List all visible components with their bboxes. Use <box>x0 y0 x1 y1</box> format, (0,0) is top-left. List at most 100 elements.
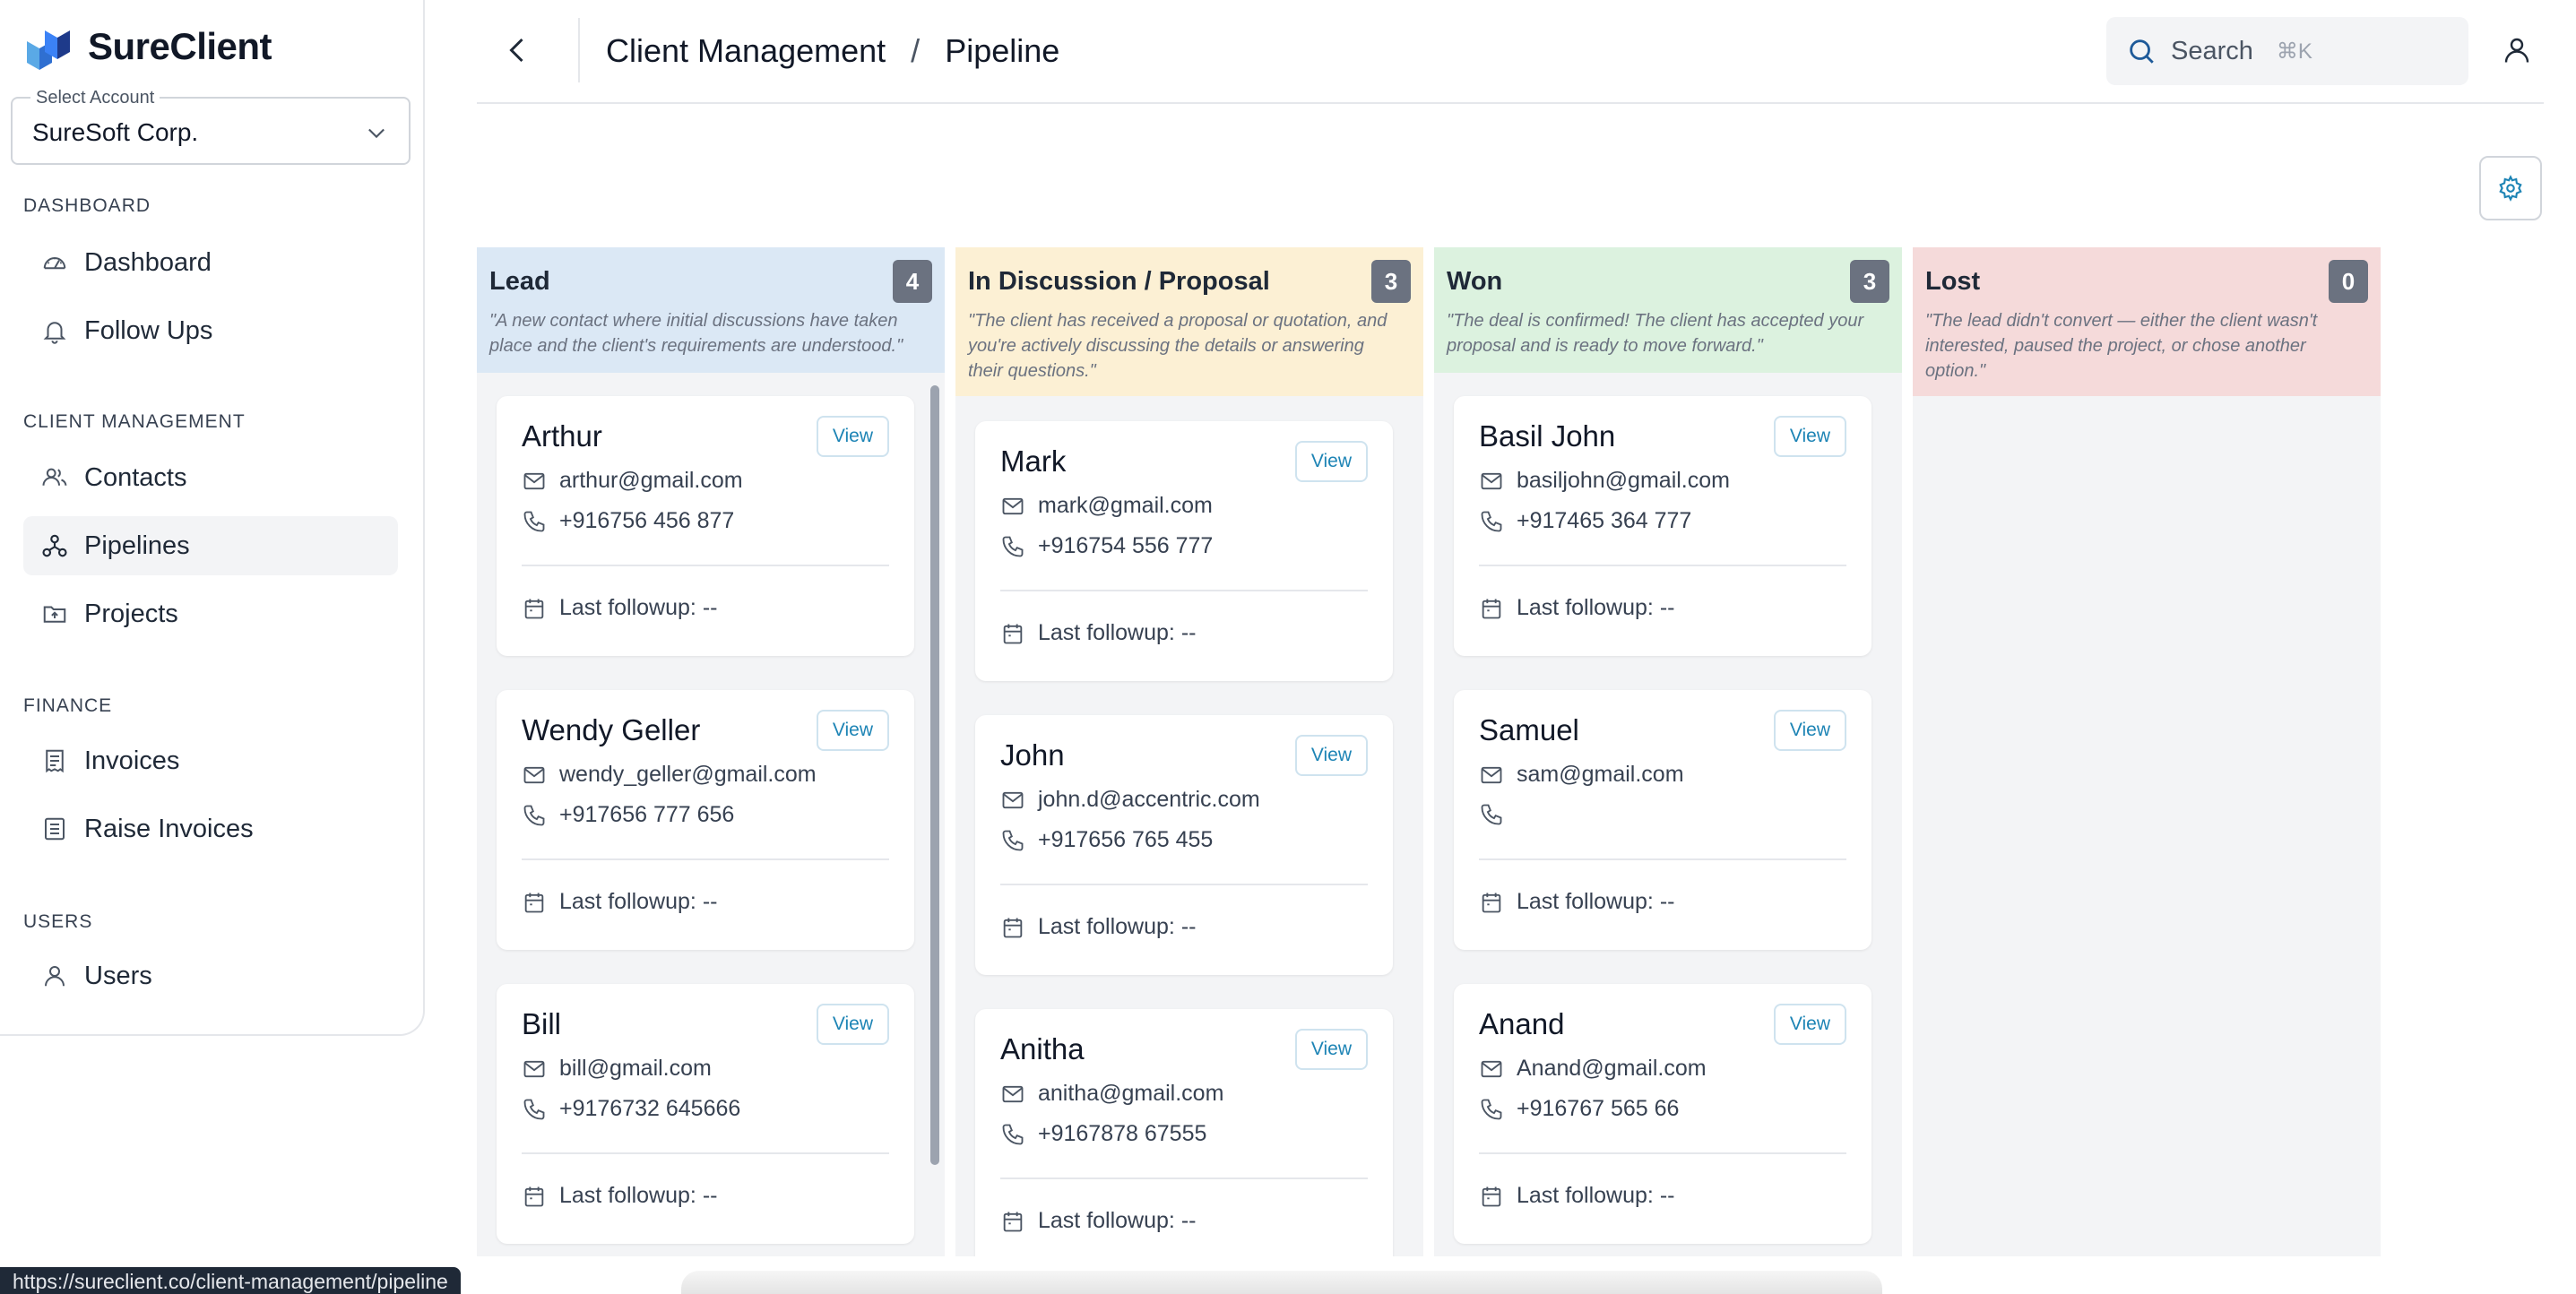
contact-email-row: john.d@accentric.com <box>1000 787 1260 813</box>
calendar-icon <box>524 1186 544 1206</box>
account-select-value: SureSoft Corp. <box>32 118 199 146</box>
contact-email-row: bill@gmail.com <box>522 1056 712 1082</box>
mail-icon <box>523 766 545 783</box>
last-followup-row: Last followup: -- <box>1479 889 1674 915</box>
contact-card[interactable]: Samuel View sam@gmail.com Last followup:… <box>1454 690 1871 950</box>
contact-card[interactable]: Arthur View arthur@gmail.com +916756 456… <box>497 396 914 656</box>
last-followup-row: Last followup: -- <box>522 595 717 621</box>
calendar-icon <box>1003 918 1023 937</box>
column-count-badge: 4 <box>893 260 932 303</box>
last-followup: Last followup: -- <box>1517 1183 1675 1208</box>
column-description: "The deal is confirmed! The client has a… <box>1447 311 1864 356</box>
sidebar-item-pipelines[interactable]: Pipelines <box>23 516 398 575</box>
nav-section-finance: FINANCE <box>23 695 113 716</box>
column-scrollbar[interactable] <box>930 385 939 1165</box>
last-followup: Last followup: -- <box>1517 889 1675 914</box>
card-divider <box>1479 1152 1846 1154</box>
sidebar-item-label: Dashboard <box>84 247 212 277</box>
last-followup: Last followup: -- <box>1038 914 1197 939</box>
contact-name: John <box>1000 738 1065 772</box>
contact-email: bill@gmail.com <box>559 1056 712 1081</box>
sidebar-item-label: Users <box>84 961 152 990</box>
contact-email: john.d@accentric.com <box>1038 787 1260 812</box>
back-arrow-icon[interactable] <box>502 32 534 68</box>
contact-name: Mark <box>1000 444 1067 478</box>
contact-card[interactable]: Anitha View anitha@gmail.com +9167878 67… <box>975 1009 1393 1256</box>
contact-card[interactable]: Basil John View basiljohn@gmail.com +917… <box>1454 396 1871 656</box>
contact-phone: +916767 565 66 <box>1517 1096 1680 1121</box>
column-description: "The lead didn't convert — either the cl… <box>1925 311 2318 381</box>
contact-phone: +9176732 645666 <box>559 1096 741 1121</box>
contact-name: Anand <box>1479 1007 1565 1040</box>
column-header: Lead 4 "A new contact where initial disc… <box>477 247 945 373</box>
column-title: Won <box>1447 267 1503 296</box>
contact-phone-row: +9176732 645666 <box>522 1096 740 1122</box>
view-button[interactable]: View <box>816 416 889 457</box>
search-placeholder: Search <box>2171 36 2253 65</box>
card-divider <box>1479 858 1846 860</box>
column-title: Lost <box>1925 267 1981 296</box>
contact-card[interactable]: Wendy Geller View wendy_geller@gmail.com… <box>497 690 914 950</box>
search-input[interactable]: Search ⌘K <box>2106 17 2468 85</box>
last-followup: Last followup: -- <box>559 595 718 620</box>
calendar-icon <box>1003 1212 1023 1231</box>
view-button[interactable]: View <box>816 710 889 751</box>
contact-phone-row: +9167878 67555 <box>1000 1121 1206 1147</box>
status-bar-url: https://sureclient.co/client-management/… <box>0 1267 461 1294</box>
card-divider <box>522 565 889 566</box>
last-followup: Last followup: -- <box>559 889 718 914</box>
view-button[interactable]: View <box>1294 1029 1368 1070</box>
last-followup: Last followup: -- <box>559 1183 718 1208</box>
nav-section-users: USERS <box>23 911 93 932</box>
sidebar-item-dashboard[interactable]: Dashboard <box>23 233 398 292</box>
contact-email: sam@gmail.com <box>1517 762 1684 787</box>
view-button[interactable]: View <box>1773 1004 1846 1045</box>
receipt-icon <box>46 749 64 773</box>
view-button[interactable]: View <box>1773 416 1846 457</box>
phone-icon <box>1481 1099 1502 1119</box>
contact-name: Arthur <box>522 419 602 453</box>
board-settings-button[interactable] <box>2479 156 2542 220</box>
last-followup: Last followup: -- <box>1517 595 1675 620</box>
last-followup-row: Last followup: -- <box>1479 595 1674 621</box>
gear-icon <box>2499 175 2522 202</box>
column-count-badge: 3 <box>1850 260 1889 303</box>
contact-card[interactable]: Bill View bill@gmail.com +9176732 645666… <box>497 984 914 1244</box>
sidebar-item-users[interactable]: Users <box>23 946 398 1005</box>
view-button[interactable]: View <box>1294 441 1368 482</box>
contact-email: Anand@gmail.com <box>1517 1056 1707 1081</box>
sidebar-item-raise-invoices[interactable]: Raise Invoices <box>23 799 398 858</box>
contact-phone: +917465 364 777 <box>1517 508 1692 533</box>
users-icon <box>42 468 67 486</box>
contact-email: arthur@gmail.com <box>559 468 743 493</box>
sidebar-item-contacts[interactable]: Contacts <box>23 448 398 507</box>
phone-icon <box>1481 511 1502 531</box>
search-icon <box>2130 39 2154 64</box>
sidebar: SureClient Select Account SureSoft Corp.… <box>0 0 425 1036</box>
last-followup-row: Last followup: -- <box>522 889 717 915</box>
pipeline-icon <box>42 534 67 557</box>
contact-phone: +916754 556 777 <box>1038 533 1214 558</box>
phone-icon <box>1002 536 1024 556</box>
mail-icon <box>1002 791 1024 808</box>
view-button[interactable]: View <box>1773 710 1846 751</box>
brand[interactable]: SureClient <box>23 22 272 72</box>
view-button[interactable]: View <box>816 1004 889 1045</box>
contact-card[interactable]: Anand View Anand@gmail.com +916767 565 6… <box>1454 984 1871 1244</box>
contact-card[interactable]: John View john.d@accentric.com +917656 7… <box>975 715 1393 975</box>
contact-phone: +9167878 67555 <box>1038 1121 1207 1146</box>
sidebar-item-label: Invoices <box>84 746 180 775</box>
user-profile-icon[interactable] <box>2501 32 2533 68</box>
breadcrumb-item-client-management[interactable]: Client Management <box>606 32 886 70</box>
sidebar-item-invoices[interactable]: Invoices <box>23 731 398 790</box>
sidebar-item-follow-ups[interactable]: Follow Ups <box>23 301 398 360</box>
sidebar-item-projects[interactable]: Projects <box>23 584 398 643</box>
contact-card[interactable]: Mark View mark@gmail.com +916754 556 777… <box>975 421 1393 681</box>
document-icon <box>45 817 65 841</box>
contact-name: Anitha <box>1000 1032 1085 1065</box>
view-button[interactable]: View <box>1294 735 1368 776</box>
phone-icon <box>523 805 545 825</box>
card-divider <box>522 1152 889 1154</box>
mail-icon <box>1481 1060 1502 1077</box>
account-select[interactable]: Select Account SureSoft Corp. <box>11 88 411 165</box>
